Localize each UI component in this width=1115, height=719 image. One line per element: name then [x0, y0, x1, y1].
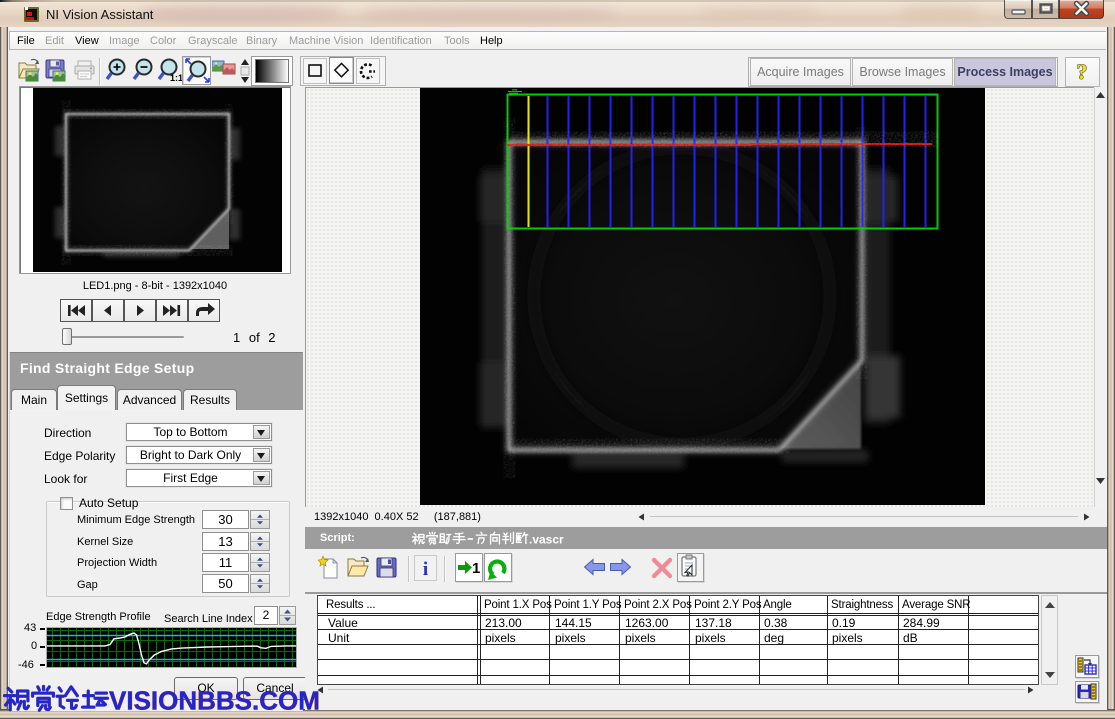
svg-text:1: 1 [472, 560, 480, 577]
svg-text:?: ? [1077, 59, 1088, 84]
svg-text:.vascr: .vascr [529, 533, 564, 547]
svg-text:i: i [423, 559, 428, 580]
svg-text:VISIONBBS.COM: VISIONBBS.COM [109, 686, 320, 716]
